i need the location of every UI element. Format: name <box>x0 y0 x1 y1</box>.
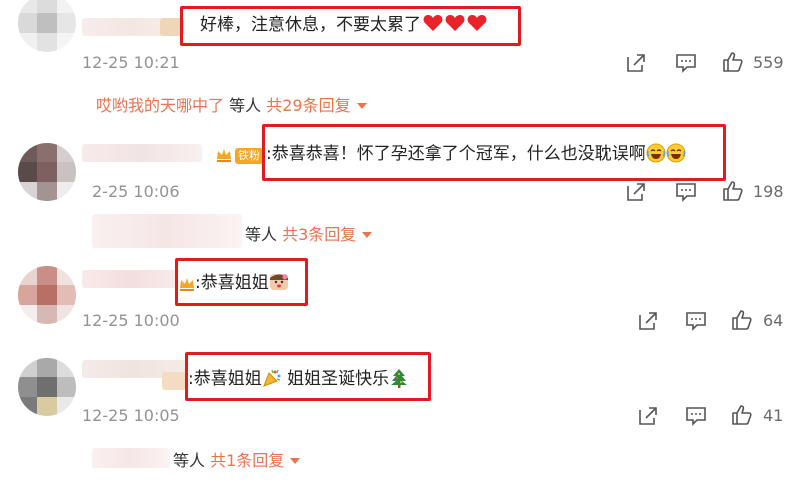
reply-usernames-blurred[interactable] <box>92 214 242 248</box>
share-icon[interactable] <box>625 181 647 203</box>
party-popper-emoji-icon <box>262 368 282 388</box>
comment-text: :恭喜姐姐 <box>195 272 289 294</box>
like-count: 559 <box>753 53 784 72</box>
comment-text: 好棒，注意休息，不要太累了 <box>200 14 487 36</box>
red-heart-icon <box>445 14 465 32</box>
avatar[interactable] <box>18 0 76 52</box>
like-icon[interactable] <box>722 180 744 202</box>
reply-usernames-blurred[interactable] <box>92 448 170 468</box>
reply-summary[interactable]: 等人 共3条回复 <box>245 221 373 245</box>
like-count: 64 <box>763 311 784 330</box>
share-icon[interactable] <box>625 52 647 74</box>
like-icon[interactable] <box>722 51 744 73</box>
fan-badge: 铁粉 <box>235 148 263 164</box>
comment-timestamp: 12-25 10:21 <box>82 53 180 72</box>
like-count: 198 <box>753 182 784 201</box>
username-blurred <box>162 372 186 390</box>
comment-icon[interactable] <box>675 181 697 203</box>
username-blurred[interactable] <box>82 144 202 162</box>
avatar[interactable] <box>18 266 76 324</box>
laugh-cry-emoji-icon <box>666 143 686 163</box>
kiss-face-emoji-icon <box>269 272 289 292</box>
crown-icon <box>217 149 231 162</box>
comment-timestamp: 12-25 10:05 <box>82 406 180 425</box>
chevron-down-icon[interactable] <box>290 458 301 464</box>
reply-summary[interactable]: 哎哟我的天哪中了 等人 共29条回复 <box>96 92 367 116</box>
share-icon[interactable] <box>637 310 659 332</box>
comment-timestamp: 2-25 10:06 <box>92 182 180 201</box>
comment-text: :恭喜姐姐 姐姐圣诞快乐 <box>188 368 409 390</box>
like-icon[interactable] <box>731 309 753 331</box>
comment-icon[interactable] <box>685 310 707 332</box>
comment-icon[interactable] <box>685 405 707 427</box>
red-heart-icon <box>467 14 487 32</box>
reply-count[interactable]: 共3条回复 <box>282 225 356 244</box>
reply-count[interactable]: 共1条回复 <box>210 451 284 470</box>
comment-timestamp: 12-25 10:00 <box>82 311 180 330</box>
christmas-tree-emoji-icon <box>389 368 409 388</box>
chevron-down-icon[interactable] <box>356 103 367 109</box>
like-count: 41 <box>763 406 784 425</box>
crown-icon <box>180 278 194 291</box>
laugh-cry-emoji-icon <box>646 143 666 163</box>
red-heart-icon <box>423 14 443 32</box>
share-icon[interactable] <box>637 405 659 427</box>
chevron-down-icon[interactable] <box>362 232 373 238</box>
reply-count[interactable]: 共29条回复 <box>266 96 350 115</box>
reply-username[interactable]: 哎哟我的天哪中了 <box>96 96 224 115</box>
avatar[interactable] <box>18 358 76 416</box>
reply-summary[interactable]: 等人 共1条回复 <box>173 447 301 471</box>
like-icon[interactable] <box>731 404 753 426</box>
comment-text: :恭喜恭喜！怀了孕还拿了个冠军，什么也没耽误啊 <box>266 143 686 165</box>
comment-icon[interactable] <box>675 52 697 74</box>
avatar[interactable] <box>18 143 76 201</box>
username-blurred[interactable] <box>82 270 178 288</box>
